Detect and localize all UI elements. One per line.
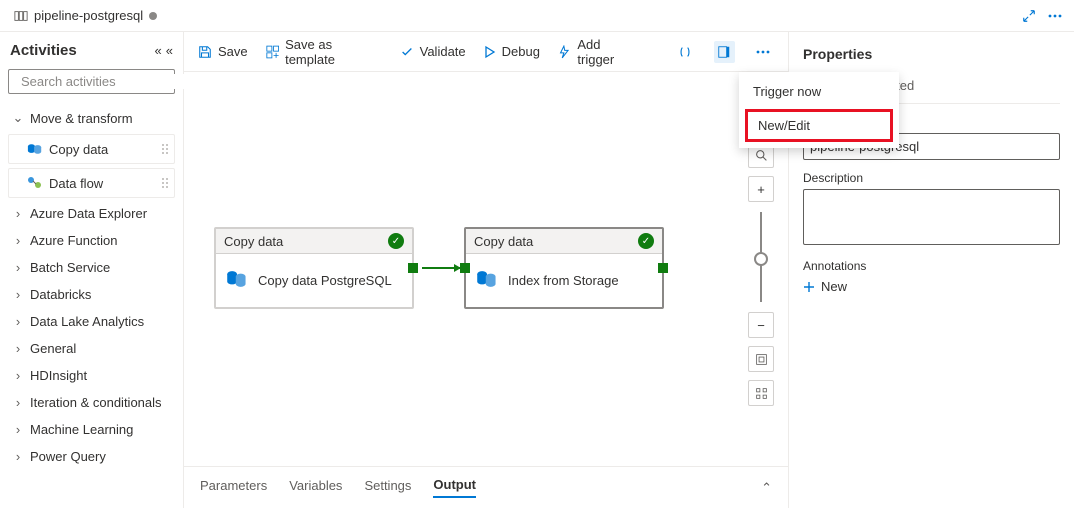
collapse-bottom-icon[interactable]: ⌃ xyxy=(761,480,772,496)
tree-label: Move & transform xyxy=(30,111,133,126)
expand-icon[interactable] xyxy=(1016,3,1042,29)
tree-node[interactable]: › Databricks xyxy=(8,281,175,308)
chevron-right-icon: › xyxy=(12,314,24,329)
save-template-button[interactable]: Save as template xyxy=(266,37,382,67)
tree-label: Databricks xyxy=(30,287,91,302)
chevron-down-icon: ⌄ xyxy=(12,110,24,126)
chevron-right-icon: › xyxy=(12,233,24,248)
tree-node[interactable]: › Data Lake Analytics xyxy=(8,308,175,335)
copy-data-icon xyxy=(27,141,43,157)
tab-parameters[interactable]: Parameters xyxy=(200,478,267,497)
trigger-now-item[interactable]: Trigger now xyxy=(739,76,899,107)
chevron-right-icon: › xyxy=(12,395,24,410)
toolbar-more-icon[interactable] xyxy=(753,41,774,63)
leaf-label: Data flow xyxy=(49,176,103,191)
tree-node[interactable]: › Azure Data Explorer xyxy=(8,200,175,227)
tab-title: pipeline-postgresql xyxy=(34,8,143,23)
leaf-label: Copy data xyxy=(49,142,108,157)
tree-node[interactable]: › Iteration & conditionals xyxy=(8,389,175,416)
dirty-indicator-icon xyxy=(149,12,157,20)
status-ok-icon: ✓ xyxy=(638,233,654,249)
output-port[interactable] xyxy=(408,263,418,273)
annotations-label: Annotations xyxy=(803,259,866,273)
chevron-right-icon: › xyxy=(12,206,24,221)
activity-type: Copy data xyxy=(224,234,283,249)
pipeline-tab[interactable]: pipeline-postgresql xyxy=(6,4,165,27)
validate-button[interactable]: Validate xyxy=(400,44,466,59)
trigger-new-edit-item[interactable]: New/Edit xyxy=(745,109,893,142)
tab-more-icon[interactable] xyxy=(1042,3,1068,29)
plus-icon xyxy=(803,281,815,293)
tab-settings[interactable]: Settings xyxy=(364,478,411,497)
tree-node[interactable]: › HDInsight xyxy=(8,362,175,389)
activity-name: Copy data PostgreSQL xyxy=(258,273,392,288)
properties-heading: Properties xyxy=(803,46,1060,62)
activities-heading: Activities xyxy=(10,42,77,59)
tree-label: Data Lake Analytics xyxy=(30,314,144,329)
tree-label: General xyxy=(30,341,76,356)
search-activities[interactable] xyxy=(8,69,175,94)
collapse-all-icon[interactable]: « xyxy=(155,43,162,58)
add-annotation-button[interactable]: New xyxy=(803,279,1060,294)
tree-node[interactable]: › Batch Service xyxy=(8,254,175,281)
drag-grip-icon xyxy=(162,144,168,154)
chevron-right-icon: › xyxy=(12,260,24,275)
tree-node[interactable]: › General xyxy=(8,335,175,362)
tree-label: HDInsight xyxy=(30,368,87,383)
database-icon xyxy=(226,268,248,293)
code-view-icon[interactable] xyxy=(674,41,695,63)
add-trigger-button[interactable]: Add trigger xyxy=(558,37,639,67)
collapse-panel-icon[interactable]: « xyxy=(166,43,173,58)
chevron-right-icon: › xyxy=(12,449,24,464)
input-port[interactable] xyxy=(460,263,470,273)
data-flow-icon xyxy=(27,175,43,191)
status-ok-icon: ✓ xyxy=(388,233,404,249)
tree-node-move-transform[interactable]: ⌄ Move & transform xyxy=(8,104,175,132)
tree-node[interactable]: › Machine Learning xyxy=(8,416,175,443)
activity-type: Copy data xyxy=(474,234,533,249)
fit-to-screen-button[interactable] xyxy=(748,346,774,372)
activity-data-flow[interactable]: Data flow xyxy=(8,168,175,198)
database-icon xyxy=(476,268,498,293)
trigger-dropdown: Trigger now New/Edit xyxy=(739,72,899,148)
description-input[interactable] xyxy=(803,189,1060,245)
chevron-right-icon: › xyxy=(12,341,24,356)
tab-output[interactable]: Output xyxy=(433,477,476,498)
debug-button[interactable]: Debug xyxy=(484,44,540,59)
zoom-slider[interactable] xyxy=(760,212,762,302)
tree-label: Machine Learning xyxy=(30,422,133,437)
zoom-out-button[interactable]: − xyxy=(748,312,774,338)
tree-node[interactable]: › Azure Function xyxy=(8,227,175,254)
tree-label: Iteration & conditionals xyxy=(30,395,162,410)
activity-copy-data[interactable]: Copy data xyxy=(8,134,175,164)
output-port[interactable] xyxy=(658,263,668,273)
save-button[interactable]: Save xyxy=(198,44,248,59)
description-label: Description xyxy=(803,171,863,185)
search-input[interactable] xyxy=(21,74,197,89)
activity-name: Index from Storage xyxy=(508,273,619,288)
auto-align-button[interactable] xyxy=(748,380,774,406)
tree-label: Batch Service xyxy=(30,260,110,275)
activity-node-copy-postgresql[interactable]: Copy data ✓ Copy data PostgreSQL xyxy=(214,227,414,309)
zoom-knob[interactable] xyxy=(754,252,768,266)
tree-label: Azure Function xyxy=(30,233,117,248)
tree-label: Power Query xyxy=(30,449,106,464)
tree-node[interactable]: › Power Query xyxy=(8,443,175,470)
chevron-right-icon: › xyxy=(12,422,24,437)
tree-label: Azure Data Explorer xyxy=(30,206,147,221)
activity-node-index-storage[interactable]: Copy data ✓ Index from Storage xyxy=(464,227,664,309)
chevron-right-icon: › xyxy=(12,368,24,383)
pipeline-icon xyxy=(14,9,28,23)
properties-panel-toggle[interactable] xyxy=(714,41,735,63)
drag-grip-icon xyxy=(162,178,168,188)
connector[interactable] xyxy=(422,267,460,269)
tab-variables[interactable]: Variables xyxy=(289,478,342,497)
chevron-right-icon: › xyxy=(12,287,24,302)
zoom-in-button[interactable]: + xyxy=(748,176,774,202)
